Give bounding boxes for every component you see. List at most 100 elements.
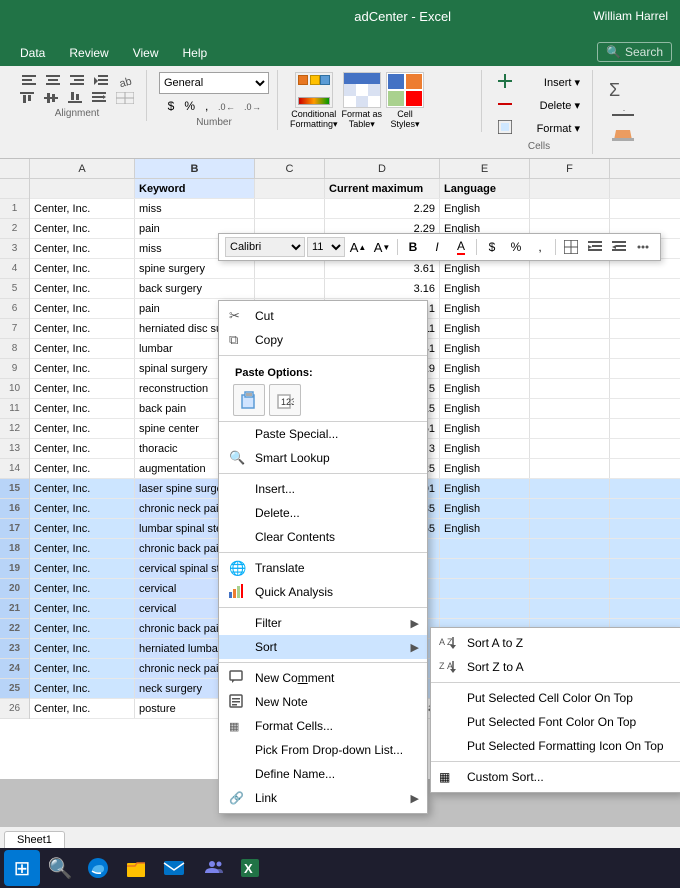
excel-taskbar-btn[interactable]: X — [232, 850, 268, 886]
svg-text:X: X — [244, 861, 253, 876]
paste-btn[interactable] — [233, 384, 265, 416]
insert-btn[interactable]: Insert ▾ — [494, 72, 584, 93]
new-comment-icon — [229, 670, 243, 687]
indent-btn[interactable] — [90, 73, 112, 89]
tab-review[interactable]: Review — [57, 40, 120, 66]
font-color-btn[interactable]: A — [450, 237, 472, 257]
align-right-btn[interactable] — [66, 73, 88, 89]
cell-e: English — [440, 419, 530, 438]
ctx-clear-contents[interactable]: Clear Contents — [219, 525, 427, 549]
ctx-sort[interactable]: Sort ▶ — [219, 635, 427, 659]
ctx-filter[interactable]: Filter ▶ — [219, 611, 427, 635]
ctx-new-comment[interactable]: New Comment — [219, 666, 427, 690]
currency-btn[interactable]: $ — [164, 97, 179, 115]
bot-align-btn[interactable] — [64, 90, 86, 106]
cell-styles-btn[interactable] — [386, 72, 424, 108]
custom-sort[interactable]: ▦ Custom Sort... — [431, 765, 680, 789]
currency-ft-btn[interactable]: $ — [481, 237, 503, 257]
ctx-smart-lookup[interactable]: 🔍 Smart Lookup — [219, 446, 427, 470]
put-cell-color-top[interactable]: Put Selected Cell Color On Top — [431, 686, 680, 710]
divider2 — [476, 239, 477, 255]
ctx-format-cells[interactable]: ▦ Format Cells... — [219, 714, 427, 738]
sep1 — [219, 355, 427, 356]
borders-ft-btn[interactable] — [560, 237, 582, 257]
edge-btn[interactable] — [80, 850, 116, 886]
ctx-translate[interactable]: 🌐 Translate — [219, 556, 427, 580]
increase-indent-ft-btn[interactable] — [608, 237, 630, 257]
sum-btn[interactable]: Σ — [605, 72, 641, 108]
cond-format-label[interactable]: ConditionalFormatting▾ — [290, 109, 338, 130]
row-num-9: 9 — [0, 359, 29, 379]
start-btn[interactable]: ⊞ — [4, 850, 40, 886]
bold-btn[interactable]: B — [402, 237, 424, 257]
cell-styles-label[interactable]: CellStyles▾ — [391, 109, 420, 130]
search-taskbar-btn[interactable]: 🔍 — [42, 850, 78, 886]
ctx-cut[interactable]: ✂ Cut — [219, 304, 427, 328]
font-family-select[interactable]: Calibri — [225, 237, 305, 257]
tab-view[interactable]: View — [121, 40, 171, 66]
alignment-row1: ab — [18, 72, 136, 90]
comma-ft-btn[interactable]: , — [529, 237, 551, 257]
ctx-define-name[interactable]: Define Name... — [219, 762, 427, 786]
sort-a-to-z[interactable]: AZ Sort A to Z — [431, 631, 680, 655]
number-format-select[interactable]: General — [159, 72, 269, 94]
shrink-font-btn[interactable]: A▼ — [371, 237, 393, 257]
ctx-copy[interactable]: ⧉ Copy — [219, 328, 427, 352]
cell-d: 2.29 — [325, 199, 440, 218]
ctx-insert[interactable]: Insert... — [219, 477, 427, 501]
sort-z-to-a[interactable]: ZA Sort Z to A — [431, 655, 680, 679]
decrease-decimal-btn[interactable]: .0← — [214, 98, 238, 114]
mid-align-btn[interactable] — [40, 90, 62, 106]
decrease-indent-ft-btn[interactable] — [584, 237, 606, 257]
ctx-paste-special[interactable]: Paste Special... — [219, 422, 427, 446]
merge-btn[interactable] — [112, 90, 138, 106]
row-num-5: 5 — [0, 279, 29, 299]
cell-e — [440, 579, 530, 598]
format-table-label[interactable]: Format asTable▾ — [342, 109, 383, 130]
ctx-pick-dropdown[interactable]: Pick From Drop-down List... — [219, 738, 427, 762]
ctx-quick-analysis[interactable]: Quick Analysis — [219, 580, 427, 604]
ctx-delete[interactable]: Delete... — [219, 501, 427, 525]
comma-btn[interactable]: , — [201, 97, 212, 115]
tab-help[interactable]: Help — [171, 40, 220, 66]
format-table-btn[interactable] — [343, 72, 381, 108]
ctx-new-note[interactable]: New Note — [219, 690, 427, 714]
ctx-translate-label: Translate — [255, 561, 305, 575]
ctx-paste-special-label: Paste Special... — [255, 427, 338, 441]
cell-a: Center, Inc. — [30, 619, 135, 638]
outlook-btn[interactable] — [156, 850, 192, 886]
align-left-btn[interactable] — [18, 73, 40, 89]
cond-format-btn[interactable] — [295, 72, 333, 108]
percent-ft-btn[interactable]: % — [505, 237, 527, 257]
format-btn[interactable]: Format ▾ — [494, 118, 584, 139]
table-row[interactable]: Center, Inc. back surgery 3.16 English — [30, 279, 680, 299]
put-format-icon-top[interactable]: Put Selected Formatting Icon On Top — [431, 734, 680, 758]
grow-font-btn[interactable]: A▲ — [347, 237, 369, 257]
font-size-select[interactable]: 11 — [307, 237, 345, 257]
sheet-tab-sheet1[interactable]: Sheet1 — [4, 831, 65, 848]
percent-btn[interactable]: % — [180, 97, 199, 115]
search-box[interactable]: 🔍 Search — [597, 42, 672, 62]
svg-text:ab: ab — [118, 76, 132, 88]
cell-a: Center, Inc. — [30, 419, 135, 438]
fill-btn[interactable] — [608, 108, 638, 126]
search-icon: 🔍 — [606, 45, 621, 59]
put-font-color-top[interactable]: Put Selected Font Color On Top — [431, 710, 680, 734]
paste-values-btn[interactable]: 123 — [269, 384, 301, 416]
explorer-btn[interactable] — [118, 850, 154, 886]
tab-data[interactable]: Data — [8, 40, 57, 66]
teams-btn[interactable] — [194, 850, 230, 886]
table-row[interactable]: Center, Inc. miss 2.29 English — [30, 199, 680, 219]
row-num-2: 2 — [0, 219, 29, 239]
delete-btn[interactable]: Delete ▾ — [494, 95, 584, 116]
wrap-btn[interactable] — [88, 90, 110, 106]
more-ft-btn[interactable] — [632, 237, 654, 257]
top-align-btn[interactable] — [16, 90, 38, 106]
italic-btn[interactable]: I — [426, 237, 448, 257]
clear-btn[interactable] — [608, 126, 638, 144]
increase-decimal-btn[interactable]: .0→ — [240, 98, 264, 114]
ctx-link[interactable]: 🔗 Link ▶ — [219, 786, 427, 810]
orient-btn[interactable]: ab — [114, 72, 136, 90]
table-row[interactable]: Center, Inc. spine surgery 3.61 English — [30, 259, 680, 279]
align-center-btn[interactable] — [42, 73, 64, 89]
